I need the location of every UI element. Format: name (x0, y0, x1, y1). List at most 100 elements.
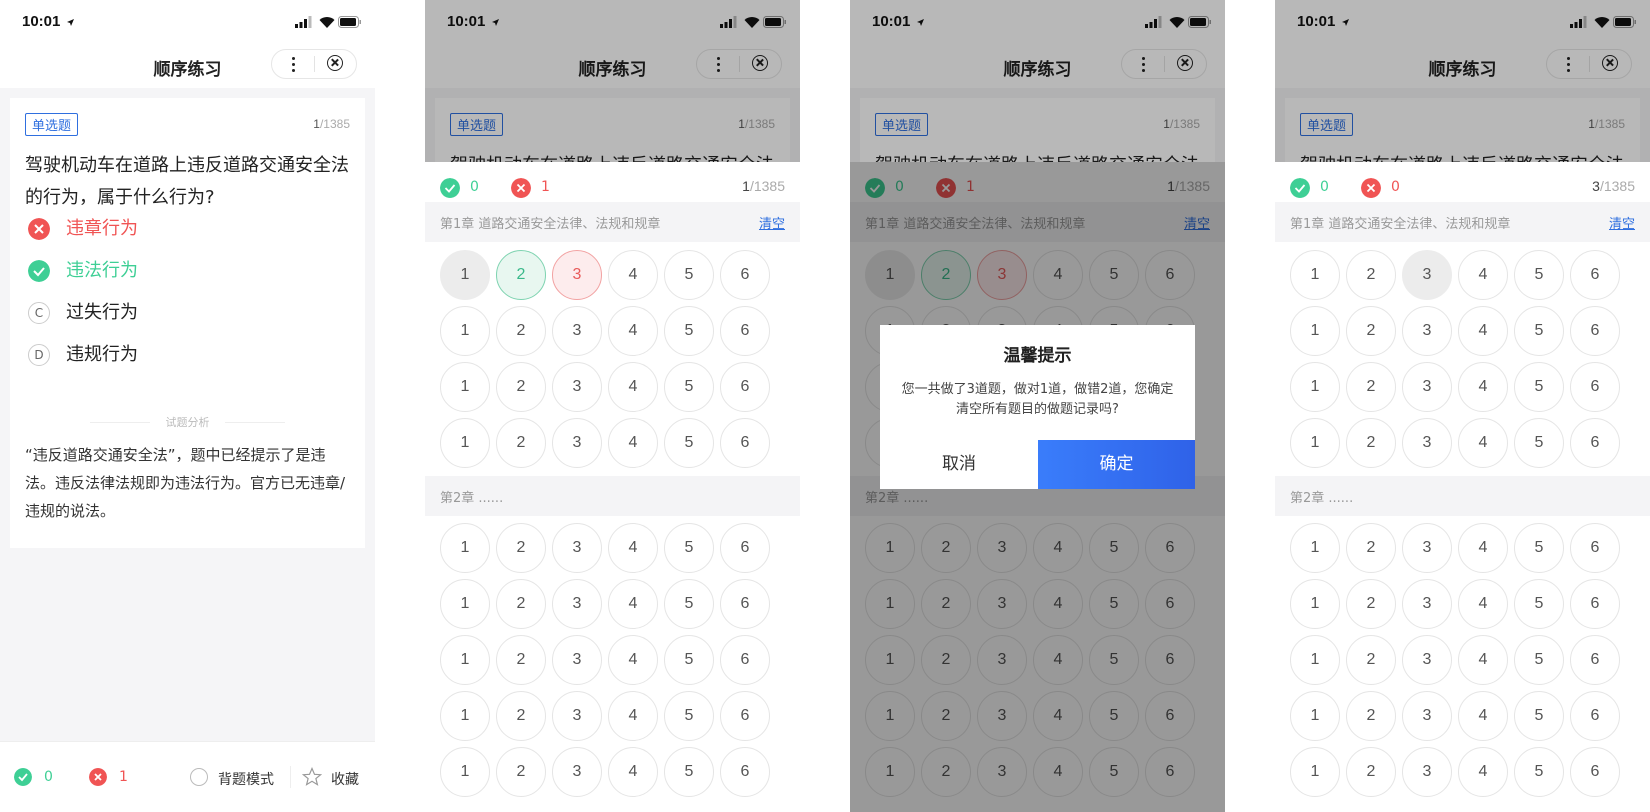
question-number-button[interactable]: 1 (440, 362, 490, 412)
question-number-button[interactable]: 3 (552, 250, 602, 300)
question-number-button[interactable]: 2 (1346, 250, 1396, 300)
question-number-button[interactable]: 2 (1346, 747, 1396, 797)
question-number-button[interactable]: 2 (496, 306, 546, 356)
question-number-button[interactable]: 3 (1402, 523, 1452, 573)
star-icon[interactable] (302, 767, 322, 787)
question-number-button[interactable]: 5 (664, 579, 714, 629)
question-number-button[interactable]: 2 (496, 579, 546, 629)
question-number-button[interactable]: 4 (608, 579, 658, 629)
question-number-button[interactable]: 3 (552, 523, 602, 573)
question-number-button[interactable]: 2 (1346, 579, 1396, 629)
question-number-button[interactable]: 2 (1346, 523, 1396, 573)
question-number-button[interactable]: 1 (1290, 635, 1340, 685)
question-number-button[interactable]: 3 (1402, 691, 1452, 741)
question-number-button[interactable]: 2 (1346, 691, 1396, 741)
question-number-button[interactable]: 5 (1514, 250, 1564, 300)
question-number-button[interactable]: 1 (440, 306, 490, 356)
question-number-button[interactable]: 4 (1458, 523, 1508, 573)
question-number-button[interactable]: 3 (1402, 418, 1452, 468)
question-number-button[interactable]: 2 (496, 362, 546, 412)
question-number-button[interactable]: 1 (440, 523, 490, 573)
question-number-button[interactable]: 6 (1570, 306, 1620, 356)
question-number-button[interactable]: 1 (440, 250, 490, 300)
question-number-button[interactable]: 1 (1290, 691, 1340, 741)
radio-icon[interactable] (190, 768, 208, 786)
question-number-button[interactable]: 4 (608, 418, 658, 468)
question-number-button[interactable]: 1 (1290, 250, 1340, 300)
question-number-button[interactable]: 6 (1570, 250, 1620, 300)
question-number-button[interactable]: 4 (608, 523, 658, 573)
close-button[interactable] (315, 50, 357, 78)
question-number-button[interactable]: 5 (1514, 635, 1564, 685)
question-number-button[interactable]: 4 (1458, 250, 1508, 300)
question-number-button[interactable]: 3 (1402, 747, 1452, 797)
question-number-button[interactable]: 2 (496, 250, 546, 300)
question-number-button[interactable]: 1 (1290, 579, 1340, 629)
question-number-button[interactable]: 2 (496, 747, 546, 797)
question-number-button[interactable]: 5 (1514, 691, 1564, 741)
question-number-button[interactable]: 1 (1290, 523, 1340, 573)
question-number-button[interactable]: 3 (1402, 306, 1452, 356)
question-number-button[interactable]: 3 (1402, 362, 1452, 412)
question-number-button[interactable]: 6 (1570, 362, 1620, 412)
question-number-button[interactable]: 6 (720, 635, 770, 685)
question-number-button[interactable]: 6 (1570, 635, 1620, 685)
question-number-button[interactable]: 5 (1514, 747, 1564, 797)
question-number-button[interactable]: 3 (552, 418, 602, 468)
question-number-button[interactable]: 4 (1458, 635, 1508, 685)
question-number-button[interactable]: 4 (608, 635, 658, 685)
question-number-button[interactable]: 6 (720, 747, 770, 797)
question-number-button[interactable]: 5 (664, 635, 714, 685)
question-number-button[interactable]: 4 (608, 306, 658, 356)
question-number-button[interactable]: 4 (1458, 579, 1508, 629)
question-number-button[interactable]: 4 (608, 362, 658, 412)
question-number-button[interactable]: 6 (1570, 579, 1620, 629)
question-number-button[interactable]: 5 (1514, 418, 1564, 468)
question-number-button[interactable]: 2 (496, 523, 546, 573)
question-number-button[interactable]: 1 (1290, 362, 1340, 412)
question-number-button[interactable]: 3 (552, 579, 602, 629)
question-number-button[interactable]: 1 (440, 747, 490, 797)
question-number-button[interactable]: 6 (1570, 691, 1620, 741)
question-number-button[interactable]: 2 (1346, 418, 1396, 468)
question-number-button[interactable]: 4 (1458, 747, 1508, 797)
question-number-button[interactable]: 5 (664, 306, 714, 356)
more-button[interactable] (272, 50, 314, 78)
question-number-button[interactable]: 1 (1290, 306, 1340, 356)
question-number-button[interactable]: 4 (608, 691, 658, 741)
question-number-button[interactable]: 3 (552, 306, 602, 356)
question-number-button[interactable]: 1 (440, 635, 490, 685)
question-number-button[interactable]: 3 (552, 635, 602, 685)
question-number-button[interactable]: 5 (664, 250, 714, 300)
question-number-button[interactable]: 6 (1570, 523, 1620, 573)
question-number-button[interactable]: 2 (1346, 635, 1396, 685)
question-number-button[interactable]: 2 (496, 691, 546, 741)
question-number-button[interactable]: 5 (664, 418, 714, 468)
favorite-button[interactable]: 收藏 (331, 769, 359, 789)
question-number-button[interactable]: 3 (1402, 579, 1452, 629)
question-number-button[interactable]: 2 (496, 418, 546, 468)
question-number-button[interactable]: 1 (440, 418, 490, 468)
question-number-button[interactable]: 5 (1514, 362, 1564, 412)
question-number-button[interactable]: 4 (1458, 306, 1508, 356)
question-number-button[interactable]: 1 (1290, 418, 1340, 468)
question-number-button[interactable]: 3 (1402, 250, 1452, 300)
question-number-button[interactable]: 3 (552, 691, 602, 741)
question-number-button[interactable]: 4 (1458, 362, 1508, 412)
question-number-button[interactable]: 4 (608, 250, 658, 300)
correct-count[interactable]: 0 (44, 769, 53, 785)
question-number-button[interactable]: 4 (608, 747, 658, 797)
cancel-button[interactable]: 取消 (880, 440, 1038, 489)
question-number-button[interactable]: 6 (720, 250, 770, 300)
question-number-button[interactable]: 6 (1570, 418, 1620, 468)
confirm-button[interactable]: 确定 (1038, 440, 1195, 489)
question-number-button[interactable]: 1 (1290, 747, 1340, 797)
question-number-button[interactable]: 4 (1458, 691, 1508, 741)
question-number-button[interactable]: 1 (440, 579, 490, 629)
question-number-button[interactable]: 5 (664, 691, 714, 741)
question-number-button[interactable]: 6 (720, 306, 770, 356)
question-number-button[interactable]: 5 (664, 362, 714, 412)
question-number-button[interactable]: 2 (496, 635, 546, 685)
question-number-button[interactable]: 5 (1514, 306, 1564, 356)
clear-button[interactable]: 清空 (1609, 213, 1635, 232)
